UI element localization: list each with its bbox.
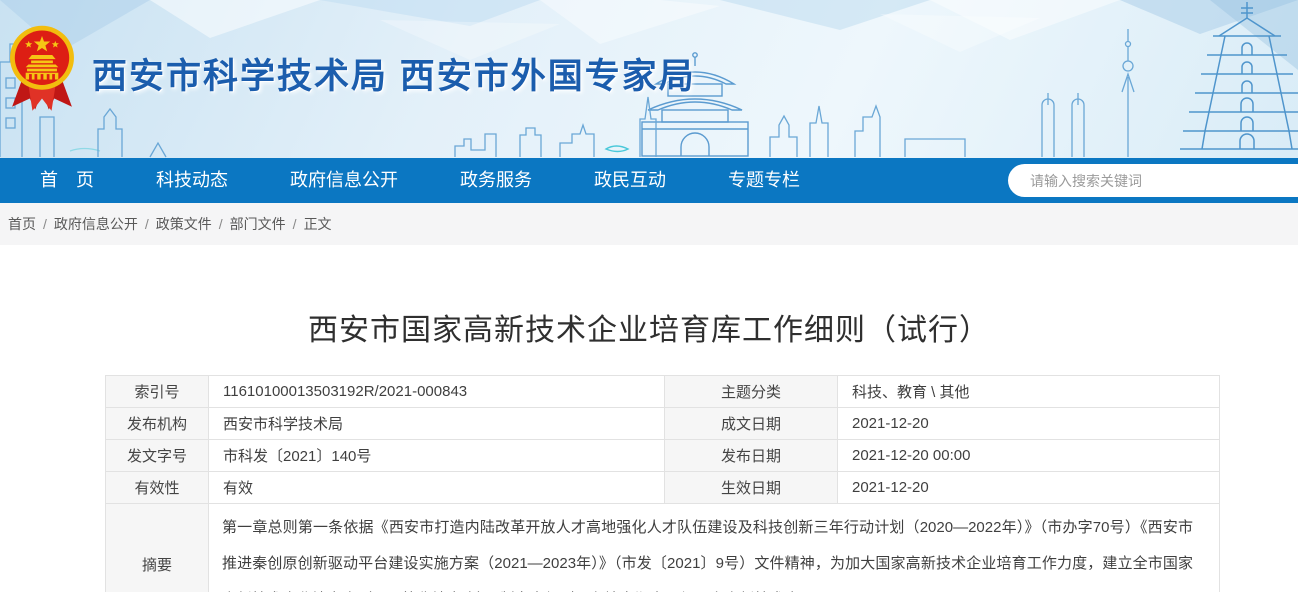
meta-row-summary: 摘要 第一章总则第一条依据《西安市打造内陆改革开放人才高地强化人才队伍建设及科技… <box>106 504 1220 592</box>
meta-label-doc-number: 发文字号 <box>106 440 209 472</box>
meta-value-written-date: 2021-12-20 <box>838 408 1220 440</box>
main-nav: 首 页 科技动态 政府信息公开 政务服务 政民互动 专题专栏 <box>0 158 1298 203</box>
breadcrumb-dept-docs[interactable]: 部门文件 <box>230 214 286 234</box>
breadcrumb-current: 正文 <box>304 214 332 234</box>
meta-label-issuing-agency: 发布机构 <box>106 408 209 440</box>
meta-value-publish-date: 2021-12-20 00:00 <box>838 440 1220 472</box>
meta-value-issuing-agency: 西安市科学技术局 <box>209 408 665 440</box>
breadcrumb-gov-info[interactable]: 政府信息公开 <box>54 214 138 234</box>
document-title: 西安市国家高新技术企业培育库工作细则（试行） <box>0 305 1298 349</box>
meta-value-doc-number: 市科发〔2021〕140号 <box>209 440 665 472</box>
meta-value-summary: 第一章总则第一条依据《西安市打造内陆改革开放人才高地强化人才队伍建设及科技创新三… <box>209 504 1220 592</box>
breadcrumb-separator: / <box>43 216 47 232</box>
breadcrumb-separator: / <box>145 216 149 232</box>
nav-list: 首 页 科技动态 政府信息公开 政务服务 政民互动 专题专栏 <box>0 158 862 203</box>
search-input[interactable] <box>1008 164 1298 197</box>
breadcrumb-home[interactable]: 首页 <box>8 214 36 234</box>
document-meta-table: 索引号 11610100013503192R/2021-000843 主题分类 … <box>105 375 1220 592</box>
site-banner: 西安市科学技术局 西安市外国专家局 <box>0 0 1298 158</box>
nav-item-public-interaction[interactable]: 政民互动 <box>594 158 666 203</box>
meta-label-validity: 有效性 <box>106 472 209 504</box>
meta-label-summary: 摘要 <box>106 504 209 592</box>
breadcrumb: 首页 / 政府信息公开 / 政策文件 / 部门文件 / 正文 <box>0 203 1298 245</box>
meta-row: 有效性 有效 生效日期 2021-12-20 <box>106 472 1220 504</box>
meta-value-effective-date: 2021-12-20 <box>838 472 1220 504</box>
meta-row: 发文字号 市科发〔2021〕140号 发布日期 2021-12-20 00:00 <box>106 440 1220 472</box>
nav-item-gov-services[interactable]: 政务服务 <box>460 158 532 203</box>
meta-value-validity: 有效 <box>209 472 665 504</box>
meta-label-index-number: 索引号 <box>106 376 209 408</box>
meta-label-written-date: 成文日期 <box>665 408 838 440</box>
nav-item-gov-info[interactable]: 政府信息公开 <box>290 158 398 203</box>
meta-row: 发布机构 西安市科学技术局 成文日期 2021-12-20 <box>106 408 1220 440</box>
breadcrumb-separator: / <box>219 216 223 232</box>
nav-item-home[interactable]: 首 页 <box>40 158 94 203</box>
meta-label-effective-date: 生效日期 <box>665 472 838 504</box>
site-title: 西安市科学技术局 西安市外国专家局 <box>92 48 696 99</box>
document-meta: 索引号 11610100013503192R/2021-000843 主题分类 … <box>105 375 1298 592</box>
meta-label-topic-category: 主题分类 <box>665 376 838 408</box>
breadcrumb-policy-docs[interactable]: 政策文件 <box>156 214 212 234</box>
national-emblem-icon <box>8 22 76 118</box>
breadcrumb-separator: / <box>293 216 297 232</box>
nav-item-tech-news[interactable]: 科技动态 <box>156 158 228 203</box>
meta-value-index-number: 11610100013503192R/2021-000843 <box>209 376 665 408</box>
meta-row: 索引号 11610100013503192R/2021-000843 主题分类 … <box>106 376 1220 408</box>
meta-label-publish-date: 发布日期 <box>665 440 838 472</box>
nav-item-special-topics[interactable]: 专题专栏 <box>728 158 800 203</box>
meta-value-topic-category: 科技、教育 \ 其他 <box>838 376 1220 408</box>
